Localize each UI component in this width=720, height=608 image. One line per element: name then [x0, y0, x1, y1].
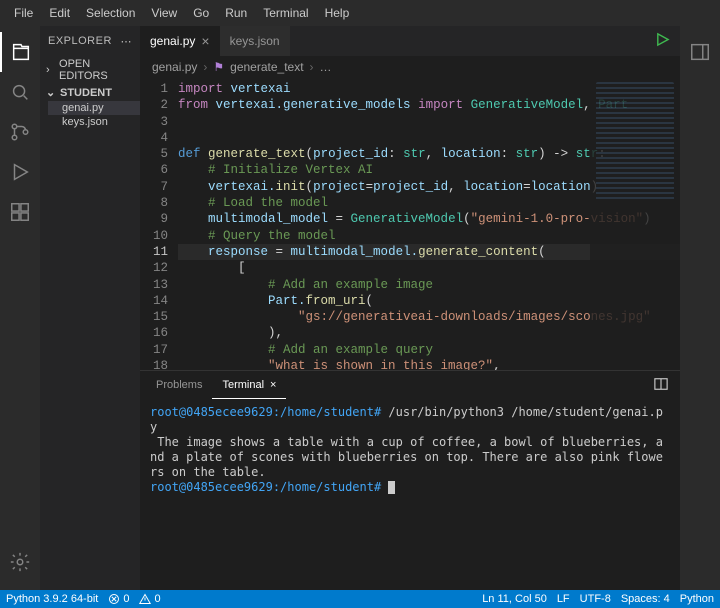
menu-run[interactable]: Run — [217, 6, 255, 20]
menu-selection[interactable]: Selection — [78, 6, 143, 20]
minimap[interactable] — [590, 78, 680, 370]
menu-file[interactable]: File — [6, 6, 41, 20]
code-editor[interactable]: 12345678910111213141516171819 import ver… — [140, 78, 680, 370]
menu-bar: File Edit Selection View Go Run Terminal… — [0, 0, 720, 26]
source-control-icon[interactable] — [0, 112, 40, 152]
chevron-right-icon: › — [46, 64, 55, 76]
status-warnings-count: 0 — [154, 593, 160, 605]
file-tree: genai.py keys.json — [40, 101, 140, 129]
sidebar-title: EXPLORER ⋯ — [40, 26, 140, 56]
menu-go[interactable]: Go — [185, 6, 217, 20]
file-item[interactable]: keys.json — [48, 115, 140, 129]
tab-label: genai.py — [150, 34, 195, 48]
breadcrumb-more[interactable]: … — [320, 60, 332, 74]
close-icon[interactable]: × — [270, 379, 276, 391]
tab-genai[interactable]: genai.py × — [140, 26, 220, 56]
status-eol[interactable]: LF — [557, 593, 570, 605]
panel-tab-problems[interactable]: Problems — [146, 371, 212, 399]
status-bar: Python 3.9.2 64-bit 0 0 Ln 11, Col 50 LF… — [0, 590, 720, 608]
status-cursor-pos[interactable]: Ln 11, Col 50 — [482, 593, 547, 605]
sidebar-more-icon[interactable]: ⋯ — [121, 35, 133, 48]
line-numbers: 12345678910111213141516171819 — [140, 78, 178, 370]
split-terminal-icon[interactable] — [654, 377, 668, 394]
status-python-interpreter[interactable]: Python 3.9.2 64-bit — [6, 593, 98, 605]
status-language[interactable]: Python — [680, 593, 714, 605]
menu-terminal[interactable]: Terminal — [255, 6, 316, 20]
breadcrumb-file[interactable]: genai.py — [152, 60, 197, 74]
breadcrumb-symbol[interactable]: generate_text — [230, 60, 303, 74]
toggle-panel-icon[interactable] — [680, 32, 720, 72]
run-file-icon[interactable] — [655, 32, 670, 50]
open-editors-label: OPEN EDITORS — [59, 58, 134, 82]
folder-label: STUDENT — [60, 87, 112, 99]
status-errors[interactable]: 0 — [108, 593, 129, 605]
terminal-content[interactable]: root@0485ecee9629:/home/student# /usr/bi… — [140, 399, 680, 590]
menu-help[interactable]: Help — [317, 6, 358, 20]
tab-label: keys.json — [230, 34, 280, 48]
chevron-right-icon: › — [203, 60, 207, 74]
menu-view[interactable]: View — [143, 6, 185, 20]
editor-tabs: genai.py × keys.json — [140, 26, 680, 56]
bottom-panel: Problems Terminal × root@0485ecee9629:/h… — [140, 370, 680, 590]
extensions-icon[interactable] — [0, 192, 40, 232]
status-errors-count: 0 — [123, 593, 129, 605]
chevron-right-icon: › — [310, 60, 314, 74]
explorer-icon[interactable] — [0, 32, 40, 72]
menu-edit[interactable]: Edit — [41, 6, 78, 20]
status-warnings[interactable]: 0 — [139, 593, 160, 605]
settings-gear-icon[interactable] — [0, 542, 40, 582]
sidebar: EXPLORER ⋯ › OPEN EDITORS ⌄ STUDENT gena… — [40, 26, 140, 590]
file-item[interactable]: genai.py — [48, 101, 140, 115]
panel-tab-terminal[interactable]: Terminal × — [212, 371, 286, 399]
open-editors-section[interactable]: › OPEN EDITORS — [40, 56, 140, 84]
search-icon[interactable] — [0, 72, 40, 112]
activity-bar — [0, 26, 40, 590]
status-indent[interactable]: Spaces: 4 — [621, 593, 670, 605]
symbol-function-icon: ⚑ — [213, 60, 224, 74]
sidebar-title-label: EXPLORER — [48, 35, 112, 47]
run-debug-icon[interactable] — [0, 152, 40, 192]
right-activity-bar — [680, 26, 720, 590]
folder-section[interactable]: ⌄ STUDENT — [40, 84, 140, 101]
tab-keys[interactable]: keys.json — [220, 26, 290, 56]
editor-group: genai.py × keys.json genai.py › ⚑ genera… — [140, 26, 680, 590]
panel-tabs: Problems Terminal × — [140, 371, 680, 399]
status-encoding[interactable]: UTF-8 — [580, 593, 611, 605]
chevron-down-icon: ⌄ — [46, 86, 56, 99]
panel-tab-label: Terminal — [222, 379, 264, 391]
close-icon[interactable]: × — [201, 34, 209, 48]
breadcrumb[interactable]: genai.py › ⚑ generate_text › … — [140, 56, 680, 78]
